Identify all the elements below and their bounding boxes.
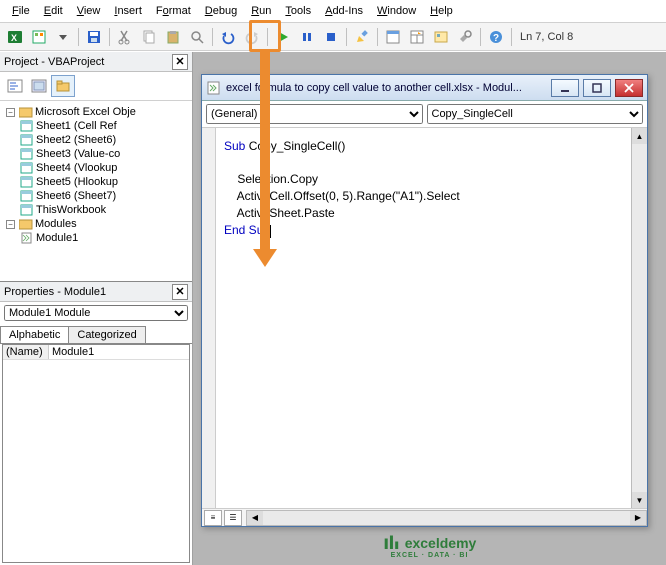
menu-window[interactable]: Window	[371, 3, 422, 19]
tree-collapse-modules-icon[interactable]: −	[6, 220, 15, 229]
project-explorer-icon[interactable]	[382, 26, 404, 48]
menu-view[interactable]: View	[71, 3, 107, 19]
design-mode-icon[interactable]	[351, 26, 373, 48]
toolbar: X ? Ln 7, Col 8	[0, 23, 666, 51]
view-object-icon[interactable]	[27, 75, 51, 97]
code-window-title: excel formula to copy cell value to anot…	[226, 82, 547, 94]
object-dropdown[interactable]: (General)	[206, 104, 423, 124]
copy-icon[interactable]	[138, 26, 160, 48]
dropdown-icon[interactable]	[52, 26, 74, 48]
paste-icon[interactable]	[162, 26, 184, 48]
tree-collapse-icon[interactable]: −	[6, 108, 15, 117]
redo-icon[interactable]	[241, 26, 263, 48]
scroll-right-icon[interactable]: ▶	[630, 511, 646, 525]
cut-icon[interactable]	[114, 26, 136, 48]
reset-icon[interactable]	[320, 26, 342, 48]
maximize-button[interactable]	[583, 79, 611, 97]
insert-module-icon[interactable]	[28, 26, 50, 48]
undo-icon[interactable]	[217, 26, 239, 48]
vertical-scrollbar[interactable]: ▲ ▼	[631, 128, 647, 508]
full-module-view-icon[interactable]: ☰	[224, 510, 242, 526]
code-window: excel formula to copy cell value to anot…	[201, 74, 648, 527]
menu-help[interactable]: Help	[424, 3, 459, 19]
break-icon[interactable]	[296, 26, 318, 48]
procedure-dropdown[interactable]: Copy_SingleCell	[427, 104, 644, 124]
properties-tab-categorized[interactable]: Categorized	[68, 326, 145, 343]
properties-object-select[interactable]: Module1 Module	[4, 305, 188, 321]
procedure-view-icon[interactable]: ≡	[204, 510, 222, 526]
close-button[interactable]	[615, 79, 643, 97]
properties-grid[interactable]: (Name) Module1	[2, 344, 190, 563]
cursor-position-status: Ln 7, Col 8	[520, 31, 573, 43]
find-icon[interactable]	[186, 26, 208, 48]
properties-panel: Properties - Module1 ✕ Module1 Module Al…	[0, 282, 192, 565]
logo-subtitle: EXCEL · DATA · BI	[391, 552, 469, 559]
menu-insert[interactable]: Insert	[108, 3, 148, 19]
code-margin	[202, 128, 216, 508]
exceldemy-logo: exceldemy EXCEL · DATA · BI	[383, 534, 477, 559]
project-tree[interactable]: − Microsoft Excel Obje Sheet1 (Cell Ref S…	[0, 101, 192, 281]
menu-debug[interactable]: Debug	[199, 3, 243, 19]
menu-tools[interactable]: Tools	[279, 3, 317, 19]
object-browser-icon[interactable]	[430, 26, 452, 48]
scroll-down-icon[interactable]: ▼	[632, 492, 647, 508]
minimize-button[interactable]	[551, 79, 579, 97]
properties-tab-alphabetic[interactable]: Alphabetic	[0, 326, 69, 343]
tree-sheet5[interactable]: Sheet5 (Hlookup	[36, 176, 118, 188]
run-icon[interactable]	[272, 26, 294, 48]
svg-text:X: X	[11, 33, 17, 43]
menu-edit[interactable]: Edit	[38, 3, 69, 19]
toggle-folders-icon[interactable]	[51, 75, 75, 97]
tree-folder-modules[interactable]: Modules	[35, 218, 77, 230]
horizontal-scrollbar[interactable]: ◀ ▶	[246, 510, 647, 526]
tree-module1[interactable]: Module1	[36, 232, 78, 244]
menu-format[interactable]: Format	[150, 3, 197, 19]
tree-sheet4[interactable]: Sheet4 (Vlookup	[36, 162, 117, 174]
properties-panel-title: Properties - Module1	[4, 286, 106, 298]
scroll-up-icon[interactable]: ▲	[632, 128, 647, 144]
svg-text:?: ?	[493, 33, 499, 44]
module-icon	[206, 81, 222, 95]
menu-run[interactable]: Run	[245, 3, 277, 19]
view-excel-icon[interactable]: X	[4, 26, 26, 48]
tree-sheet6[interactable]: Sheet6 (Sheet7)	[36, 190, 116, 202]
tree-folder-excel-objects[interactable]: Microsoft Excel Obje	[35, 106, 136, 118]
toolbox-icon[interactable]	[454, 26, 476, 48]
prop-name-value[interactable]: Module1	[49, 345, 189, 359]
prop-name-key: (Name)	[3, 345, 49, 359]
menubar: File Edit View Insert Format Debug Run T…	[0, 0, 666, 23]
project-panel-close-icon[interactable]: ✕	[172, 54, 188, 70]
tree-thisworkbook[interactable]: ThisWorkbook	[36, 204, 106, 216]
properties-panel-close-icon[interactable]: ✕	[172, 284, 188, 300]
logo-brand: exceldemy	[405, 535, 477, 551]
tree-sheet1[interactable]: Sheet1 (Cell Ref	[36, 120, 117, 132]
view-code-icon[interactable]	[3, 75, 27, 97]
scroll-left-icon[interactable]: ◀	[247, 511, 263, 525]
code-editor[interactable]: Sub Copy_SingleCell() Selection.Copy Act…	[216, 128, 647, 508]
menu-addins[interactable]: Add-Ins	[319, 3, 369, 19]
project-panel-title: Project - VBAProject	[4, 56, 104, 68]
tree-sheet3[interactable]: Sheet3 (Value-co	[36, 148, 120, 160]
project-explorer-panel: Project - VBAProject ✕ − Microsoft Excel …	[0, 52, 192, 282]
help-icon[interactable]: ?	[485, 26, 507, 48]
menu-file[interactable]: File	[6, 3, 36, 19]
save-icon[interactable]	[83, 26, 105, 48]
tree-sheet2[interactable]: Sheet2 (Sheet6)	[36, 134, 116, 146]
properties-window-icon[interactable]	[406, 26, 428, 48]
